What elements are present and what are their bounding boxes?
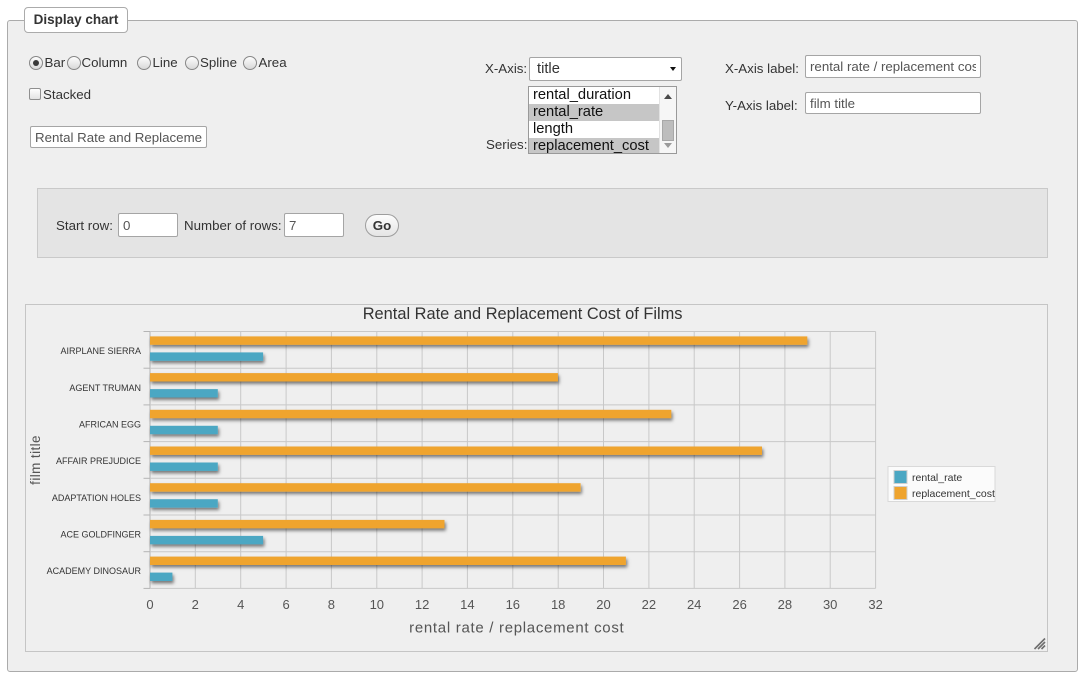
svg-text:10: 10	[370, 597, 384, 612]
svg-text:AFRICAN EGG: AFRICAN EGG	[79, 419, 141, 429]
svg-text:ACE GOLDFINGER: ACE GOLDFINGER	[60, 530, 141, 540]
svg-text:32: 32	[868, 597, 882, 612]
svg-text:rental rate / replacement cost: rental rate / replacement cost	[409, 619, 624, 636]
svg-text:ACADEMY DINOSAUR: ACADEMY DINOSAUR	[47, 566, 142, 576]
svg-text:Rental Rate and Replacement Co: Rental Rate and Replacement Cost of Film…	[363, 305, 683, 323]
svg-text:film title: film title	[28, 435, 43, 485]
svg-text:22: 22	[642, 597, 656, 612]
svg-text:replacement_cost: replacement_cost	[912, 488, 995, 500]
svg-text:2: 2	[192, 597, 199, 612]
svg-text:rental_rate: rental_rate	[912, 472, 962, 484]
svg-text:18: 18	[551, 597, 565, 612]
svg-text:30: 30	[823, 597, 837, 612]
svg-text:20: 20	[596, 597, 610, 612]
svg-text:16: 16	[506, 597, 520, 612]
svg-text:ADAPTATION HOLES: ADAPTATION HOLES	[52, 493, 141, 503]
svg-text:4: 4	[237, 597, 244, 612]
svg-text:8: 8	[328, 597, 335, 612]
svg-text:AGENT TRUMAN: AGENT TRUMAN	[69, 383, 141, 393]
svg-text:14: 14	[460, 597, 474, 612]
svg-text:6: 6	[282, 597, 289, 612]
svg-text:AFFAIR PREJUDICE: AFFAIR PREJUDICE	[56, 456, 141, 466]
svg-text:AIRPLANE SIERRA: AIRPLANE SIERRA	[60, 346, 141, 356]
svg-text:0: 0	[146, 597, 153, 612]
svg-text:12: 12	[415, 597, 429, 612]
svg-text:24: 24	[687, 597, 701, 612]
svg-text:26: 26	[732, 597, 746, 612]
svg-text:28: 28	[778, 597, 792, 612]
